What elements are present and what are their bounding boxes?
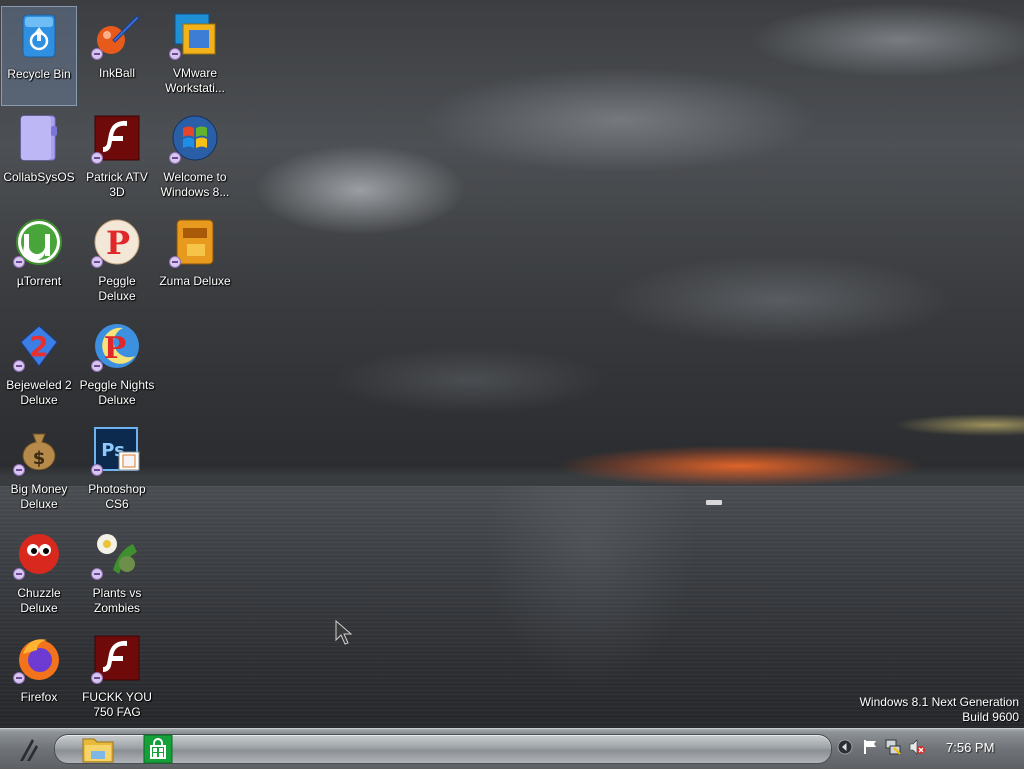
utorrent-icon — [13, 218, 63, 268]
shortcut-arrow-icon — [169, 48, 181, 60]
shortcut-arrow-icon — [13, 464, 25, 476]
bejeweled-icon: 2 — [13, 322, 63, 372]
zuma-icon — [169, 218, 219, 268]
svg-text:P: P — [106, 224, 130, 262]
desktop-icon-label: Peggle Nights Deluxe — [79, 378, 155, 407]
shortcut-arrow-icon — [91, 152, 103, 164]
desktop-icon-peggle-deluxe[interactable]: P Peggle Deluxe — [79, 214, 155, 314]
desktop-icon-label: Peggle Deluxe — [98, 274, 136, 303]
shortcut-arrow-icon — [91, 672, 103, 684]
flash-icon — [91, 114, 141, 164]
folder-icon — [82, 738, 114, 763]
shortcut-arrow-icon — [91, 568, 103, 580]
mouse-cursor-icon — [335, 619, 361, 653]
taskbar-store[interactable] — [143, 734, 175, 766]
svg-text:2: 2 — [29, 330, 48, 363]
taskbar-file-explorer[interactable] — [81, 731, 114, 763]
start-button[interactable] — [14, 735, 44, 763]
desktop-icon-big-money[interactable]: $ Big Money Deluxe — [1, 422, 77, 522]
desktop-icon-welcome-windows[interactable]: Welcome to Windows 8... — [157, 110, 233, 210]
money-bag-icon: $ — [13, 426, 63, 476]
desktop-icon-plants-vs-zombies[interactable]: Plants vs Zombies — [79, 526, 155, 626]
desktop-icon-label: Photoshop CS6 — [88, 482, 146, 511]
desktop-icon-label: Plants vs Zombies — [92, 586, 142, 615]
inkball-icon — [91, 10, 141, 60]
folder-icon — [15, 114, 63, 162]
svg-text:P: P — [104, 331, 127, 366]
desktop-icon-label: Welcome to Windows 8... — [160, 170, 230, 199]
shortcut-arrow-icon — [169, 256, 181, 268]
desktop-icon-label: µTorrent — [16, 274, 62, 288]
desktop-icon-label: Recycle Bin — [7, 67, 71, 81]
desktop[interactable]: Recycle Bin CollabSysOS µTorrent 2 Bejew… — [0, 0, 1024, 728]
svg-text:$: $ — [33, 448, 46, 469]
start-orb-icon — [20, 739, 38, 761]
desktop-icon-chuzzle[interactable]: Chuzzle Deluxe — [1, 526, 77, 626]
volume-button[interactable] — [908, 738, 926, 756]
desktop-icon-label: Zuma Deluxe — [159, 274, 231, 288]
show-hidden-icons-button[interactable] — [836, 738, 854, 756]
shortcut-arrow-icon — [169, 152, 181, 164]
watermark-line-2: Build 9600 — [962, 710, 1019, 724]
photoshop-icon: Ps — [91, 426, 141, 476]
shortcut-arrow-icon — [13, 568, 25, 580]
clock[interactable]: 7:56 PM — [946, 740, 994, 755]
firefox-icon — [13, 634, 63, 684]
desktop-icon-label: VMware Workstati... — [165, 66, 225, 95]
desktop-icon-zuma[interactable]: Zuma Deluxe — [157, 214, 233, 314]
chuzzle-icon — [13, 530, 63, 580]
desktop-icon-label: Big Money Deluxe — [10, 482, 68, 511]
store-icon — [143, 734, 173, 764]
recycle-bin-icon — [15, 11, 63, 59]
taskbar-pill — [54, 734, 832, 764]
desktop-icon-label: Bejeweled 2 Deluxe — [6, 378, 72, 407]
desktop-icon-flash-game[interactable]: FUCKK YOU 750 FAG — [79, 630, 155, 728]
shortcut-arrow-icon — [13, 360, 25, 372]
network-icon — [885, 739, 901, 755]
build-watermark: Windows 8.1 Next Generation Build 9600 — [860, 695, 1019, 725]
desktop-icon-bejeweled-2[interactable]: 2 Bejeweled 2 Deluxe — [1, 318, 77, 418]
windows-logo-icon — [169, 114, 219, 164]
action-center-button[interactable] — [861, 738, 879, 756]
desktop-icon-utorrent[interactable]: µTorrent — [1, 214, 77, 314]
desktop-icon-patrick-atv[interactable]: Patrick ATV 3D — [79, 110, 155, 210]
desktop-icon-label: InkBall — [98, 66, 136, 80]
vmware-icon — [169, 10, 219, 60]
shortcut-arrow-icon — [13, 256, 25, 268]
taskbar: 7:56 PM — [0, 728, 1024, 769]
desktop-icon-inkball[interactable]: InkBall — [79, 6, 155, 106]
plants-vs-zombies-icon — [91, 530, 141, 580]
network-button[interactable] — [884, 738, 902, 756]
desktop-icon-peggle-nights[interactable]: P Peggle Nights Deluxe — [79, 318, 155, 418]
desktop-icon-label: FUCKK YOU 750 FAG — [82, 690, 152, 719]
volume-muted-icon — [909, 739, 925, 755]
shortcut-arrow-icon — [91, 464, 103, 476]
boat — [706, 500, 722, 505]
shortcut-arrow-icon — [91, 48, 103, 60]
peggle-icon: P — [91, 218, 141, 268]
desktop-icon-recycle-bin[interactable]: Recycle Bin — [1, 6, 77, 106]
desktop-icon-label: Chuzzle Deluxe — [17, 586, 61, 615]
watermark-line-1: Windows 8.1 Next Generation — [859, 695, 1019, 709]
desktop-icon-photoshop[interactable]: Ps Photoshop CS6 — [79, 422, 155, 522]
desktop-icon-vmware[interactable]: VMware Workstati... — [157, 6, 233, 106]
flag-icon — [864, 740, 876, 754]
desktop-icon-firefox[interactable]: Firefox — [1, 630, 77, 728]
shortcut-arrow-icon — [13, 672, 25, 684]
shortcut-arrow-icon — [91, 256, 103, 268]
chevron-left-icon — [837, 739, 853, 755]
flash-icon — [91, 634, 141, 684]
desktop-icon-label: Firefox — [20, 690, 58, 704]
peggle-nights-icon: P — [91, 322, 141, 372]
desktop-icon-label: CollabSysOS — [3, 170, 75, 184]
desktop-icon-collabsysos[interactable]: CollabSysOS — [1, 110, 77, 210]
desktop-icon-label: Patrick ATV 3D — [86, 170, 148, 199]
shortcut-arrow-icon — [91, 360, 103, 372]
